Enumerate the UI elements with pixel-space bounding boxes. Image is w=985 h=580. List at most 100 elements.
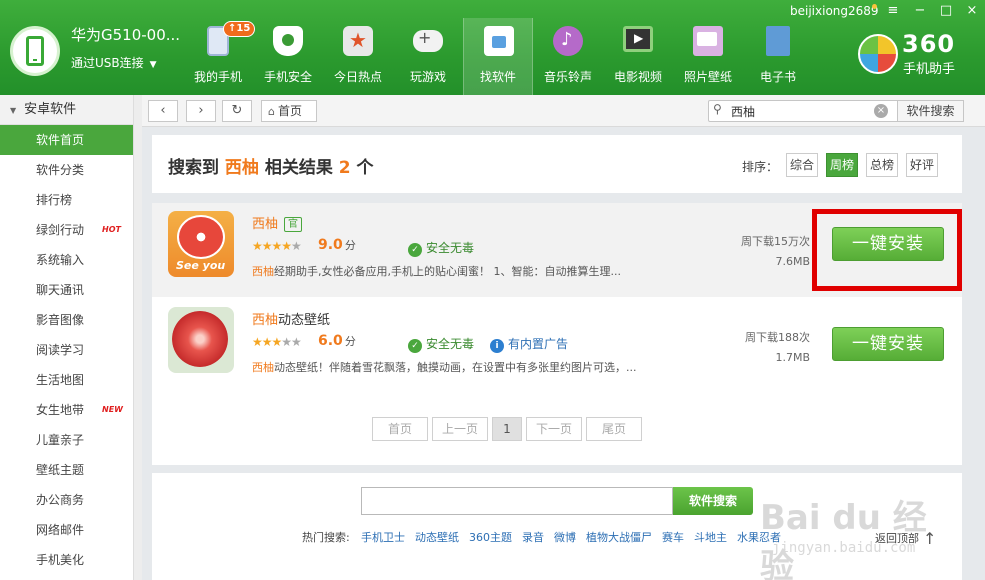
- sidebar-scrollbar[interactable]: [133, 95, 142, 580]
- hot-search-link[interactable]: 植物大战僵尸: [586, 529, 652, 545]
- nav-music[interactable]: 音乐铃声: [533, 18, 603, 95]
- next-page-button[interactable]: 下一页: [526, 417, 582, 441]
- sort-label: 排序：: [742, 160, 779, 174]
- summary-keyword: 西柚: [224, 158, 259, 178]
- nav-my-phone[interactable]: ↑15 我的手机: [183, 18, 256, 95]
- nav-find-software[interactable]: 找软件: [463, 18, 533, 95]
- app-name[interactable]: 西柚动态壁纸: [252, 309, 330, 328]
- nav-games[interactable]: 玩游戏: [393, 18, 463, 95]
- hot-search-link[interactable]: 斗地主: [694, 529, 727, 545]
- rating-stars: ★★★★★: [252, 335, 302, 349]
- nav-phone-security[interactable]: 手机安全: [253, 18, 323, 95]
- sidebar-item-media[interactable]: 影音图像: [0, 305, 133, 335]
- sidebar-item-system-input[interactable]: 系统输入: [0, 245, 133, 275]
- install-button[interactable]: 一键安装: [832, 327, 944, 361]
- sidebar-item-office[interactable]: 办公商务: [0, 485, 133, 515]
- sort-rating-button[interactable]: 好评: [906, 153, 938, 177]
- nav-label: 电影视频: [613, 70, 662, 84]
- connection-status[interactable]: 通过USB连接 ▼: [71, 54, 157, 71]
- new-tag: NEW: [102, 405, 123, 414]
- software-search-button[interactable]: 软件搜索: [898, 100, 964, 122]
- video-icon: [623, 26, 653, 52]
- forward-button[interactable]: ›: [186, 100, 216, 122]
- bottom-search-button[interactable]: 软件搜索: [673, 487, 753, 515]
- app-description: 西柚动态壁纸！伴随着雪花飘落，触摸动画，在设置中有多张里约图片可选，...: [252, 361, 637, 374]
- back-button[interactable]: ‹: [148, 100, 178, 122]
- nav-label: 手机安全: [263, 70, 312, 84]
- hot-news-icon: [343, 26, 373, 56]
- notification-badge: ↑15: [223, 21, 256, 37]
- sidebar-item-kids[interactable]: 儿童亲子: [0, 425, 133, 455]
- app-icon[interactable]: [168, 307, 234, 373]
- nav-label: 电子书: [759, 70, 796, 84]
- official-badge: 官: [284, 217, 303, 232]
- username[interactable]: beijixiong2689: [790, 4, 879, 18]
- search-input[interactable]: [731, 103, 871, 119]
- sidebar-item-chat[interactable]: 聊天通讯: [0, 275, 133, 305]
- sidebar-item-beautify[interactable]: 手机美化: [0, 545, 133, 575]
- device-name[interactable]: 华为G510-00...: [71, 24, 180, 45]
- sidebar-item-network-mail[interactable]: 网络邮件: [0, 515, 133, 545]
- home-button[interactable]: ⌂ 首页: [261, 100, 317, 122]
- sidebar-item-life-maps[interactable]: 生活地图: [0, 365, 133, 395]
- prev-page-button[interactable]: 上一页: [432, 417, 488, 441]
- connection-label: 通过USB连接: [71, 56, 144, 70]
- rating-stars: ★★★★★: [252, 239, 302, 253]
- app-name[interactable]: 西柚官: [252, 213, 303, 232]
- search-box[interactable]: ⚲ ×: [708, 100, 898, 122]
- chevron-down-icon[interactable]: ▼: [150, 60, 157, 70]
- device-phone-icon[interactable]: [10, 26, 60, 76]
- minimize-icon[interactable]: −: [910, 2, 930, 20]
- results-summary: 搜索到 西柚 相关结果 2 个: [168, 153, 374, 178]
- clear-search-icon[interactable]: ×: [874, 104, 888, 118]
- sidebar-header[interactable]: ▼ 安卓软件: [0, 95, 133, 125]
- sidebar-item-reading[interactable]: 阅读学习: [0, 335, 133, 365]
- maximize-icon[interactable]: □: [936, 2, 956, 20]
- hot-search-link[interactable]: 赛车: [662, 529, 684, 545]
- nav-label: 音乐铃声: [543, 70, 592, 84]
- ad-info-badge[interactable]: i 有内置广告: [490, 335, 568, 353]
- nav-wallpaper[interactable]: 照片壁纸: [673, 18, 743, 95]
- gamepad-icon: [413, 28, 443, 52]
- hot-search-link[interactable]: 动态壁纸: [415, 529, 459, 545]
- list-item[interactable]: 西柚动态壁纸 ★★★★★ 6.0 分 ✓ 安全无毒 i 有内置广告 西柚动态壁纸！伴随…: [152, 299, 962, 393]
- bottom-search-input[interactable]: [361, 487, 673, 515]
- summary-count: 2: [338, 158, 351, 178]
- list-item[interactable]: See you 西柚官 ★★★★★ 9.0 分 ✓ 安全无毒 西柚经期助手,女性必备…: [152, 203, 962, 297]
- safe-badge: ✓ 安全无毒: [408, 239, 474, 257]
- logo-360-icon: [858, 34, 898, 74]
- rating-score: 9.0 分: [318, 237, 356, 253]
- results-header: 搜索到 西柚 相关结果 2 个 排序： 综合 周榜 总榜 好评: [152, 135, 962, 193]
- notification-dot: [872, 4, 877, 9]
- sort-total-button[interactable]: 总榜: [866, 153, 898, 177]
- sidebar-item-themes[interactable]: 壁纸主题: [0, 455, 133, 485]
- sort-overall-button[interactable]: 综合: [786, 153, 818, 177]
- collapse-triangle-icon: ▼: [10, 106, 17, 115]
- nav-label: 照片壁纸: [683, 70, 732, 84]
- hot-search-link[interactable]: 手机卫士: [361, 529, 405, 545]
- hot-search-link[interactable]: 360主题: [469, 529, 512, 545]
- nav-hot-news[interactable]: 今日热点: [323, 18, 393, 95]
- sidebar-item-label: 女生地带: [36, 403, 85, 417]
- sidebar-item-girls-zone[interactable]: 女生地带 NEW: [0, 395, 133, 425]
- last-page-button[interactable]: 尾页: [586, 417, 642, 441]
- close-icon[interactable]: ×: [962, 2, 982, 20]
- ebook-icon: [766, 26, 790, 56]
- app-icon[interactable]: See you: [168, 211, 234, 277]
- first-page-button[interactable]: 首页: [372, 417, 428, 441]
- sidebar-title: 安卓软件: [24, 102, 77, 117]
- sidebar-item-categories[interactable]: 软件分类: [0, 155, 133, 185]
- nav-ebook[interactable]: 电子书: [743, 18, 813, 95]
- title-bar: 华为G510-00... 通过USB连接 ▼ ↑15 我的手机 手机安全 今日热点…: [0, 0, 985, 95]
- hot-search-link[interactable]: 微博: [554, 529, 576, 545]
- search-icon: ⚲: [713, 102, 722, 116]
- nav-video[interactable]: 电影视频: [603, 18, 673, 95]
- current-page[interactable]: 1: [492, 417, 522, 441]
- sidebar-item-green-sword[interactable]: 绿剑行动 HOT: [0, 215, 133, 245]
- sidebar-item-rankings[interactable]: 排行榜: [0, 185, 133, 215]
- hot-search-link[interactable]: 录音: [522, 529, 544, 545]
- menu-icon[interactable]: ≡: [883, 2, 903, 20]
- sort-weekly-button[interactable]: 周榜: [826, 153, 858, 177]
- refresh-button[interactable]: ↻: [222, 100, 252, 122]
- sidebar-item-software-home[interactable]: 软件首页: [0, 125, 133, 155]
